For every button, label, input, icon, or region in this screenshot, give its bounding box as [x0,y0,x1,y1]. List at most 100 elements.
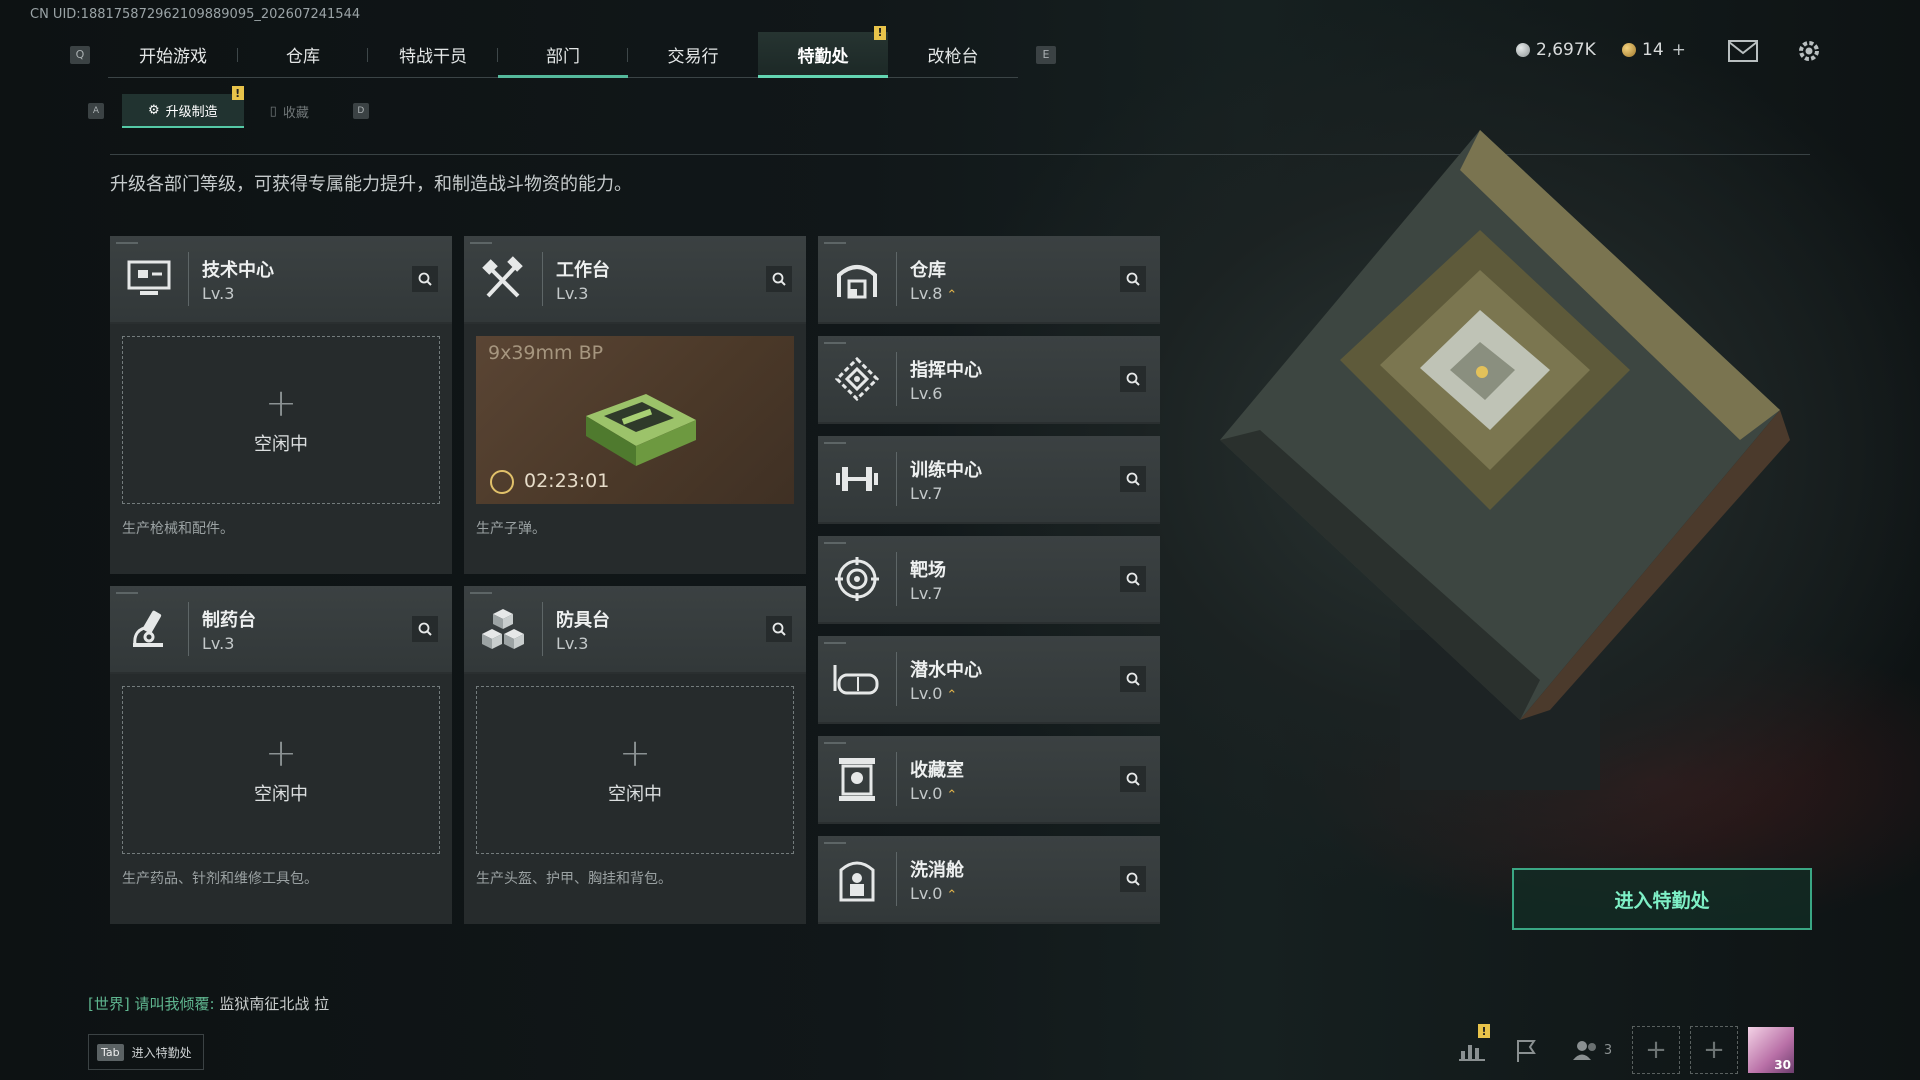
search-icon[interactable] [1120,266,1146,292]
collection-room-icon [832,754,882,804]
tab-label: 特勤处 [797,46,849,67]
search-icon[interactable] [412,616,438,642]
tools-icon [478,254,528,304]
page-description: 升级各部门等级，可获得专属能力提升，和制造战斗物资的能力。 [110,174,632,195]
tab-hint[interactable]: Tab 进入特勤处 [88,1034,204,1070]
party-button[interactable]: 3 [1562,1028,1622,1072]
facility-name: 训练中心 [910,460,982,481]
search-icon[interactable] [1120,366,1146,392]
tab-operators[interactable]: 特战干员 [368,32,498,77]
key-hint-a: A [88,103,104,119]
party-count: 3 [1603,1042,1613,1058]
coin-icon [1516,43,1530,57]
ammo-box-image [576,376,706,480]
tab-label: 部门 [546,46,580,67]
workshop-card-workbench[interactable]: 工作台 Lv.3 [464,236,806,324]
add-party-slot-button[interactable]: + [1690,1026,1738,1074]
key-hint-d: D [352,103,369,119]
ticket-balance[interactable]: 14 + [1622,40,1686,60]
chat-message: 监狱南征北战 拉 [219,995,330,1013]
facility-card-shooting-range[interactable]: 靶场 Lv.7 [818,536,1160,624]
mail-icon[interactable] [1728,40,1758,66]
top-nav: Q 开始游戏 仓库 特战干员 部门 交易行 特勤处 ! 改枪台 E [70,25,1056,78]
enter-special-ops-button[interactable]: 进入特勤处 [1512,868,1812,930]
workshop-name: 防具台 [556,610,610,631]
subtab-collection[interactable]: ▯ 收藏 [244,95,335,127]
alert-badge: ! [1478,1024,1490,1038]
idle-slot[interactable]: + 空闲中 [122,686,440,854]
tab-start-game[interactable]: 开始游戏 [108,32,238,77]
search-icon[interactable] [1120,766,1146,792]
plus-icon: + [265,381,297,425]
bottom-bar: ! 3 + + 30 [1450,1024,1794,1074]
plus-icon: + [265,731,297,775]
workshop-card-tech-center[interactable]: 技术中心 Lv.3 [110,236,452,324]
workshop-level: Lv.3 [556,634,589,653]
coin-balance[interactable]: 2,697K [1516,40,1596,60]
workshop-panel-armor: + 空闲中 生产头盔、护甲、胸挂和背包。 [464,674,806,924]
search-icon[interactable] [1120,466,1146,492]
facility-level: Lv.0 [910,784,943,803]
target-icon [832,554,882,604]
facility-card-collection-room[interactable]: 收藏室 Lv.0 ⌃ [818,736,1160,824]
key-hint-q: Q [70,45,90,64]
facility-name: 仓库 [910,260,946,281]
chat-line[interactable]: [世界] 请叫我倾覆: 监狱南征北战 拉 [88,993,329,1014]
command-icon [832,354,882,404]
search-icon[interactable] [412,266,438,292]
facility-name: 指挥中心 [910,360,982,381]
idle-slot[interactable]: + 空闲中 [476,686,794,854]
workshop-card-pharmacy[interactable]: 制药台 Lv.3 [110,586,452,674]
tab-special-ops[interactable]: 特勤处 ! [758,25,888,78]
tab-trading[interactable]: 交易行 [628,32,758,77]
add-party-slot-button[interactable]: + [1632,1026,1680,1074]
crafting-job[interactable]: 9x39mm BP 02:23:01 [476,336,794,504]
search-icon[interactable] [1120,666,1146,692]
workshop-name: 工作台 [556,260,610,281]
search-icon[interactable] [1120,866,1146,892]
craft-icon: ⚙ [148,102,160,118]
gear-icon[interactable] [1796,38,1822,68]
facility-card-training-center[interactable]: 训练中心 Lv.7 [818,436,1160,524]
idle-slot[interactable]: + 空闲中 [122,336,440,504]
facility-card-diving-center[interactable]: 潜水中心 Lv.0 ⌃ [818,636,1160,724]
tab-gunsmith[interactable]: 改枪台 [888,32,1018,77]
tab-label: 仓库 [286,46,320,67]
tab-label: 交易行 [667,46,719,67]
avatar[interactable]: 30 [1748,1027,1794,1073]
tab-hint-label: 进入特勤处 [131,1045,192,1060]
dumbbell-icon [832,454,882,504]
warehouse-icon [832,254,882,304]
stats-icon[interactable]: ! [1450,1024,1494,1072]
flag-icon[interactable] [1504,1028,1548,1072]
search-icon[interactable] [766,266,792,292]
coin-amount: 2,697K [1536,40,1596,60]
slot-status: 空闲中 [254,784,308,805]
facility-card-decon-chamber[interactable]: 洗消舱 Lv.0 ⌃ [818,836,1160,924]
search-icon[interactable] [1120,566,1146,592]
facility-name: 收藏室 [910,760,964,781]
facility-level: Lv.7 [910,484,943,503]
monitor-icon [124,254,174,304]
workshop-description: 生产头盔、护甲、胸挂和背包。 [476,871,672,887]
workshop-card-armor[interactable]: 防具台 Lv.3 [464,586,806,674]
ticket-icon [1622,43,1636,57]
facility-card-command-center[interactable]: 指挥中心 Lv.6 [818,336,1160,424]
facility-name: 洗消舱 [910,860,964,881]
tab-warehouse[interactable]: 仓库 [238,32,368,77]
diving-mask-icon [832,654,882,704]
facility-level: Lv.0 [910,684,943,703]
subtab-upgrade-craft[interactable]: ⚙ 升级制造 ! [122,86,244,128]
upgrade-arrow-icon: ⌃ [946,788,958,803]
alert-badge: ! [231,86,244,100]
chat-channel: [世界] [88,995,130,1013]
alert-badge: ! [874,25,886,40]
workshop-level: Lv.3 [202,284,235,303]
sub-nav: A ⚙ 升级制造 ! ▯ 收藏 D [88,86,369,128]
search-icon[interactable] [766,616,792,642]
slot-status: 空闲中 [254,434,308,455]
plus-icon: + [619,731,651,775]
facility-card-warehouse[interactable]: 仓库 Lv.8 ⌃ [818,236,1160,324]
tab-departments[interactable]: 部门 [498,32,628,78]
add-ticket-button[interactable]: + [1672,40,1686,60]
